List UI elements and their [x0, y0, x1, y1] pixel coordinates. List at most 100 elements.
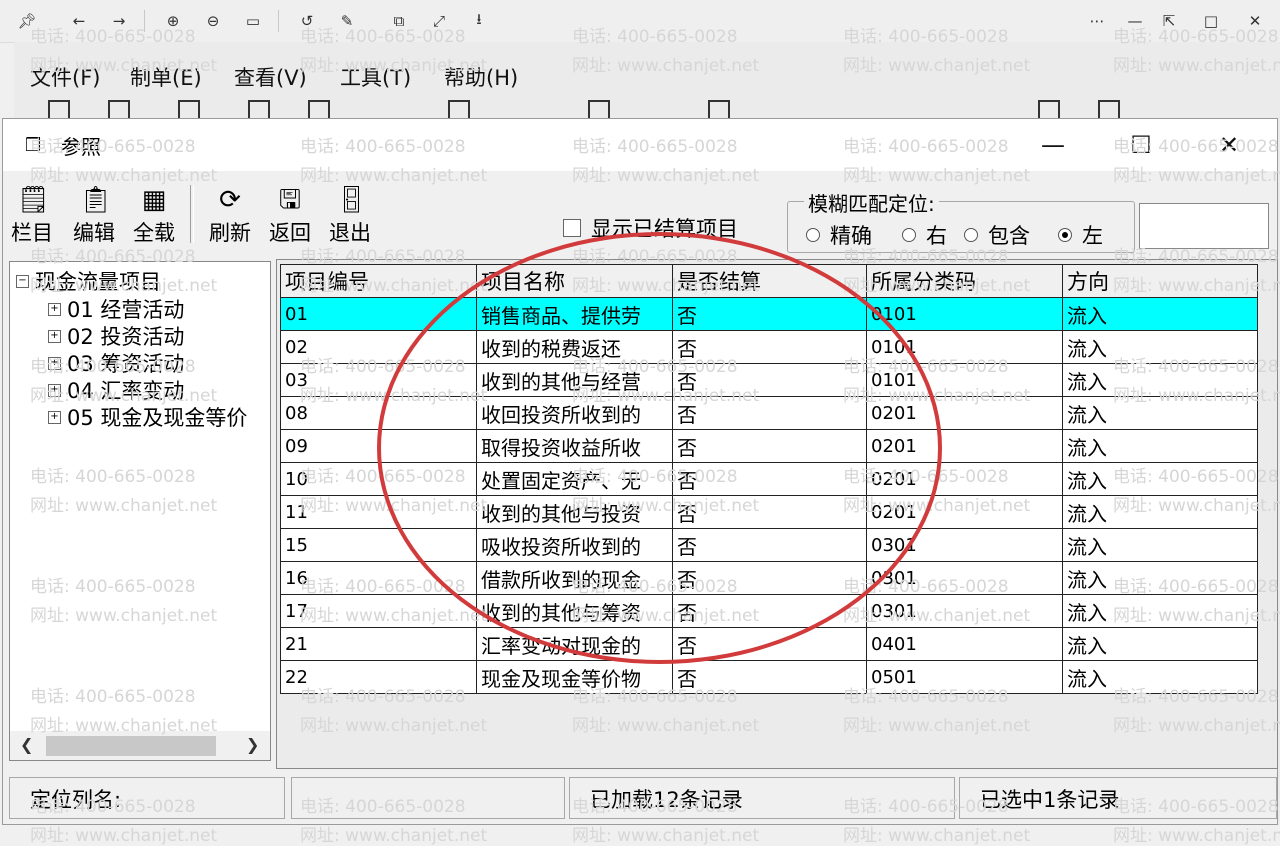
table-row[interactable]: 22 现金及现金等价物否 0501 流入: [280, 660, 1258, 694]
rotate-icon[interactable]: ↺: [296, 10, 318, 32]
table-row[interactable]: 08 收回投资所收到的否 0201 流入: [280, 396, 1258, 430]
table-cell[interactable]: 流入: [1062, 462, 1258, 496]
expand-icon[interactable]: +: [48, 410, 61, 424]
zoom-out-icon[interactable]: ⊖: [202, 10, 224, 32]
table-row[interactable]: 11 收到的其他与投资否 0201 流入: [280, 495, 1258, 529]
table-row[interactable]: 02 收到的税费返还否 0101 流入: [280, 330, 1258, 364]
fuzzy-match-input[interactable]: [1139, 203, 1269, 249]
minimize-icon[interactable]: —: [1033, 127, 1073, 163]
table-cell[interactable]: 收到的其他与投资: [476, 495, 673, 529]
table-cell[interactable]: 借款所收到的现金: [476, 561, 673, 595]
menu-view[interactable]: 查看(V): [234, 62, 307, 92]
table-cell[interactable]: 01: [280, 297, 477, 331]
pin-icon[interactable]: 📌︎: [16, 10, 38, 32]
menu-tools[interactable]: 工具(T): [340, 62, 411, 92]
table-row[interactable]: 15 吸收投资所收到的否 0301 流入: [280, 528, 1258, 562]
radio-right[interactable]: 右: [902, 220, 947, 250]
table-cell[interactable]: 否: [672, 495, 867, 529]
table-cell[interactable]: 否: [672, 396, 867, 430]
table-cell[interactable]: 现金及现金等价物: [476, 660, 673, 694]
zoom-in-icon[interactable]: ⊕: [162, 10, 184, 32]
crop-icon[interactable]: ⧉: [388, 10, 410, 32]
load-all-button[interactable]: ▦ 全载: [125, 183, 183, 249]
table-cell[interactable]: 0301: [866, 528, 1063, 562]
table-cell[interactable]: 否: [672, 660, 867, 694]
scroll-right-icon[interactable]: ❯: [246, 735, 259, 754]
table-cell[interactable]: 否: [672, 330, 867, 364]
collapse-icon[interactable]: −: [16, 274, 29, 288]
table-cell[interactable]: 销售商品、提供劳: [476, 297, 673, 331]
close-icon[interactable]: ✕: [1209, 127, 1249, 163]
table-cell[interactable]: 否: [672, 594, 867, 628]
table-row[interactable]: 17 收到的其他与筹资否 0301 流入: [280, 594, 1258, 628]
table-cell[interactable]: 15: [280, 528, 477, 562]
return-button[interactable]: 🖫︎ 返回: [261, 183, 319, 249]
table-cell[interactable]: 10: [280, 462, 477, 496]
col-header-name[interactable]: 项目名称: [476, 264, 673, 298]
table-cell[interactable]: 流入: [1062, 528, 1258, 562]
tree-node-02[interactable]: + 02 投资活动: [48, 321, 184, 351]
table-cell[interactable]: 流入: [1062, 561, 1258, 595]
col-header-direction[interactable]: 方向: [1062, 264, 1258, 298]
radio-left[interactable]: 左: [1058, 220, 1103, 250]
show-settled-checkbox[interactable]: 显示已结算项目: [563, 213, 738, 243]
checkbox-box[interactable]: [563, 219, 581, 237]
fullscreen-icon[interactable]: ⤢: [428, 10, 450, 32]
radio-exact[interactable]: 精确: [806, 220, 872, 250]
table-cell[interactable]: 吸收投资所收到的: [476, 528, 673, 562]
table-cell[interactable]: 0301: [866, 594, 1063, 628]
col-header-code[interactable]: 项目编号: [280, 264, 477, 298]
maximize-icon[interactable]: ☐: [1121, 127, 1161, 163]
locate-column-value[interactable]: [291, 777, 565, 819]
minimize-viewer-icon[interactable]: —: [1124, 10, 1146, 32]
table-cell[interactable]: 否: [672, 297, 867, 331]
table-row[interactable]: 01 销售商品、提供劳否 0101 流入: [280, 297, 1258, 331]
table-cell[interactable]: 08: [280, 396, 477, 430]
table-cell[interactable]: 0101: [866, 330, 1063, 364]
table-row[interactable]: 10 处置固定资产、无否 0201 流入: [280, 462, 1258, 496]
table-cell[interactable]: 0201: [866, 429, 1063, 463]
pin-top-icon[interactable]: ⇱: [1158, 10, 1180, 32]
table-cell[interactable]: 流入: [1062, 396, 1258, 430]
save-icon[interactable]: ⭳: [468, 10, 490, 32]
tree-horizontal-scrollbar[interactable]: ❮ ❯: [9, 731, 271, 761]
table-cell[interactable]: 21: [280, 627, 477, 661]
table-cell[interactable]: 16: [280, 561, 477, 595]
edit-image-icon[interactable]: ✎: [336, 10, 358, 32]
table-cell[interactable]: 流入: [1062, 363, 1258, 397]
table-cell[interactable]: 03: [280, 363, 477, 397]
table-cell[interactable]: 收回投资所收到的: [476, 396, 673, 430]
menu-voucher[interactable]: 制单(E): [130, 62, 202, 92]
expand-icon[interactable]: +: [48, 302, 61, 316]
fit-icon[interactable]: ▭: [242, 10, 264, 32]
tree-root[interactable]: − 现金流量项目: [16, 266, 161, 296]
table-cell[interactable]: 0401: [866, 627, 1063, 661]
table-cell[interactable]: 否: [672, 528, 867, 562]
table-cell[interactable]: 0101: [866, 297, 1063, 331]
table-cell[interactable]: 流入: [1062, 627, 1258, 661]
table-cell[interactable]: 否: [672, 627, 867, 661]
table-row[interactable]: 03 收到的其他与经营否 0101 流入: [280, 363, 1258, 397]
refresh-button[interactable]: ⟳ 刷新: [201, 183, 259, 249]
table-cell[interactable]: 0101: [866, 363, 1063, 397]
menu-file[interactable]: 文件(F): [30, 62, 100, 92]
table-row[interactable]: 21 汇率变动对现金的否 0401 流入: [280, 627, 1258, 661]
expand-icon[interactable]: +: [48, 383, 61, 397]
table-cell[interactable]: 流入: [1062, 429, 1258, 463]
tree-node-05[interactable]: + 05 现金及现金等价: [48, 402, 247, 432]
forward-icon[interactable]: →: [108, 10, 130, 32]
table-cell[interactable]: 取得投资收益所收: [476, 429, 673, 463]
scroll-thumb[interactable]: [46, 736, 216, 756]
table-cell[interactable]: 处置固定资产、无: [476, 462, 673, 496]
back-icon[interactable]: ←: [68, 10, 90, 32]
table-cell[interactable]: 11: [280, 495, 477, 529]
tree-node-01[interactable]: + 01 经营活动: [48, 294, 184, 324]
more-icon[interactable]: ⋯: [1086, 10, 1108, 32]
tree-node-04[interactable]: + 04 汇率变动: [48, 375, 184, 405]
table-cell[interactable]: 流入: [1062, 330, 1258, 364]
table-cell[interactable]: 否: [672, 429, 867, 463]
table-cell[interactable]: 0201: [866, 396, 1063, 430]
table-cell[interactable]: 否: [672, 561, 867, 595]
table-cell[interactable]: 02: [280, 330, 477, 364]
table-row[interactable]: 09 取得投资收益所收否 0201 流入: [280, 429, 1258, 463]
